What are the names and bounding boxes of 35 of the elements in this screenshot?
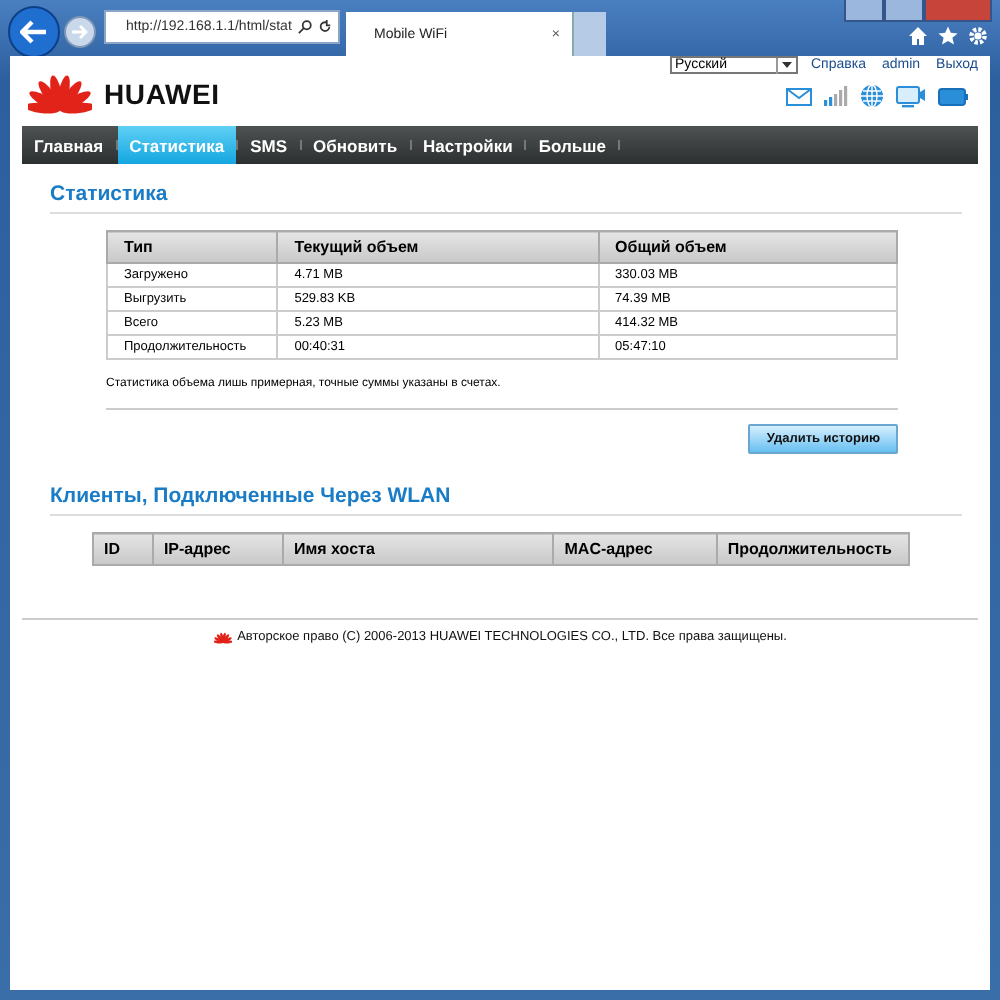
column-header: Имя хоста (282, 533, 554, 565)
home-icon[interactable] (908, 26, 928, 46)
nav-tab[interactable]: Главная (22, 126, 116, 164)
logo-icon (28, 74, 92, 114)
star-icon[interactable] (938, 26, 958, 46)
column-header: ID (93, 533, 153, 565)
nav-tab[interactable]: Обновить (301, 126, 410, 164)
refresh-icon[interactable] (317, 20, 332, 34)
signal-icon (824, 86, 848, 106)
forward-button[interactable] (64, 16, 96, 48)
caret-icon (781, 62, 791, 68)
column-header: Продолжительность (716, 533, 909, 565)
column-header: MAC-адрес (553, 533, 717, 565)
nav-tab[interactable]: SMS (238, 126, 300, 164)
nav-tab[interactable]: Больше (526, 126, 618, 164)
forward-arrow-icon (72, 24, 88, 40)
brand-name: HUAWEI (104, 78, 220, 110)
settings-icon[interactable] (968, 26, 988, 46)
monitor-icon (896, 85, 926, 107)
maximize-button[interactable] (884, 0, 924, 22)
minimize-button[interactable] (844, 0, 884, 22)
search-icon (297, 20, 312, 34)
back-arrow-icon (20, 20, 48, 44)
nav-tab[interactable]: Настройки (411, 126, 525, 164)
back-button[interactable] (8, 6, 60, 58)
column-header: IP-адрес (152, 533, 283, 565)
column-header: Общий объем (598, 231, 897, 263)
mail-icon[interactable] (786, 87, 812, 105)
section-title: Клиенты, Подключенные Через WLAN (50, 484, 962, 516)
globe-icon (860, 84, 884, 108)
column-header: Тип (107, 231, 278, 263)
section-title: Статистика (50, 182, 962, 214)
battery-icon (938, 87, 968, 105)
column-header: Текущий объем (277, 231, 599, 263)
logo-icon (213, 631, 232, 643)
